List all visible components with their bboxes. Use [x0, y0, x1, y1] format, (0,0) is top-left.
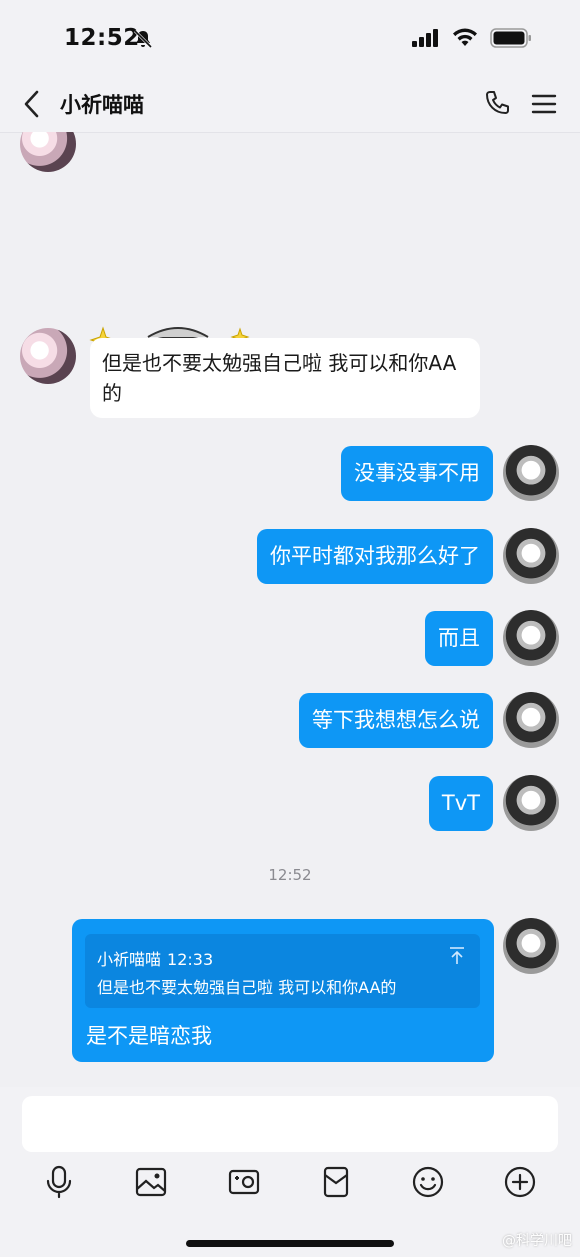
- home-indicator[interactable]: [186, 1240, 394, 1247]
- contact-avatar[interactable]: [20, 132, 76, 172]
- status-time: 12:52: [64, 25, 140, 51]
- call-button[interactable]: [482, 88, 514, 120]
- incoming-message[interactable]: 但是也不要太勉强自己啦 我可以和你AA的: [90, 338, 480, 418]
- outgoing-message[interactable]: 而且: [425, 611, 493, 666]
- outgoing-message[interactable]: 你平时都对我那么好了: [257, 529, 493, 584]
- camera-icon: [228, 1169, 260, 1195]
- image-button[interactable]: [132, 1163, 170, 1201]
- watermark: @科学川吧: [502, 1233, 572, 1249]
- message-input[interactable]: [22, 1096, 558, 1152]
- my-avatar[interactable]: [503, 775, 559, 831]
- chat-area[interactable]: 但是也不要太勉强自己啦 我可以和你AA的 没事没事不用 你平时都对我那么好了 而…: [0, 132, 580, 1087]
- more-button[interactable]: [501, 1163, 539, 1201]
- reply-text: 是不是暗恋我: [86, 1024, 212, 1048]
- status-bar: 12:52: [0, 0, 580, 80]
- my-avatar[interactable]: [503, 918, 559, 974]
- wifi-icon: [453, 28, 477, 46]
- bell-slash-icon: [133, 29, 153, 49]
- microphone-icon: [46, 1165, 72, 1199]
- contact-avatar[interactable]: [20, 328, 76, 384]
- my-avatar[interactable]: [503, 610, 559, 666]
- status-icons: [412, 28, 532, 48]
- signal-icon: [412, 29, 438, 47]
- back-button[interactable]: [16, 86, 46, 122]
- jump-to-top-icon[interactable]: [448, 946, 466, 966]
- chat-header: 小祈喵喵: [0, 78, 580, 133]
- quote-header: 小祈喵喵 12:33: [97, 946, 219, 970]
- phone-icon: [486, 91, 509, 114]
- quoted-message[interactable]: 小祈喵喵 12:33 但是也不要太勉强自己啦 我可以和你AA的: [85, 934, 480, 1008]
- my-avatar[interactable]: [503, 692, 559, 748]
- battery-icon: [490, 28, 531, 48]
- image-icon: [135, 1167, 167, 1197]
- my-avatar[interactable]: [503, 445, 559, 501]
- emoji-button[interactable]: [409, 1163, 447, 1201]
- chat-title[interactable]: 小祈喵喵: [60, 89, 144, 119]
- my-avatar[interactable]: [503, 528, 559, 584]
- menu-button[interactable]: [528, 88, 560, 120]
- outgoing-message[interactable]: 等下我想想怎么说: [299, 693, 493, 748]
- camera-button[interactable]: [225, 1163, 263, 1201]
- input-area: @科学川吧: [0, 1087, 580, 1257]
- emoji-icon: [412, 1166, 444, 1198]
- menu-icon: [531, 94, 557, 114]
- input-toolbar: [0, 1163, 580, 1201]
- red-packet-button[interactable]: [317, 1163, 355, 1201]
- reply-message[interactable]: 小祈喵喵 12:33 但是也不要太勉强自己啦 我可以和你AA的 是不是暗恋我: [72, 919, 494, 1062]
- chevron-left-icon: [24, 90, 39, 118]
- voice-button[interactable]: [40, 1163, 78, 1201]
- outgoing-message[interactable]: TvT: [428, 776, 493, 831]
- red-packet-icon: [323, 1166, 349, 1198]
- outgoing-message[interactable]: 没事没事不用: [341, 446, 493, 501]
- plus-circle-icon: [504, 1166, 536, 1198]
- quote-text: 但是也不要太勉强自己啦 我可以和你AA的: [97, 978, 397, 997]
- quote-author: 小祈喵喵: [97, 950, 162, 969]
- quote-time: 12:33: [167, 950, 214, 969]
- time-divider: 12:52: [268, 866, 312, 884]
